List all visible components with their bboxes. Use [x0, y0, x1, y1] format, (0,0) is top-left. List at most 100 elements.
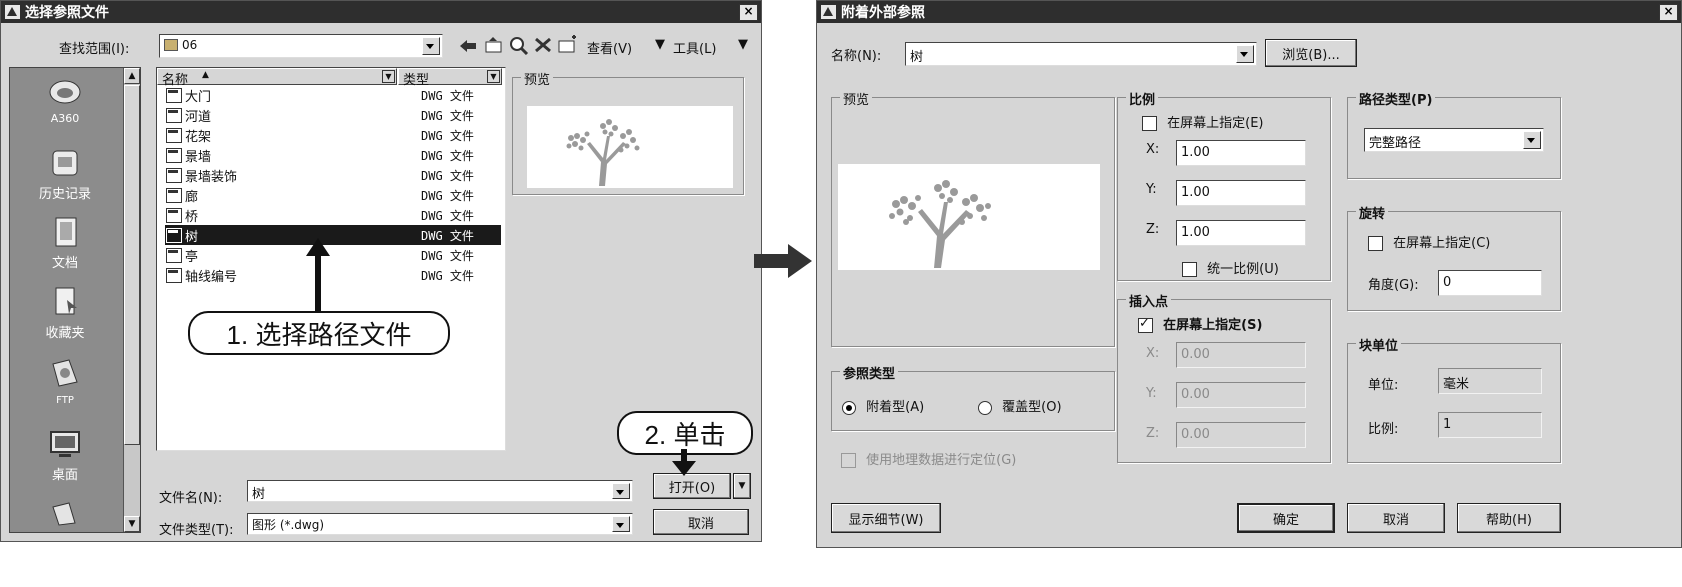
name-filter-dropdown[interactable]: ▼ [382, 70, 395, 83]
show-details-button[interactable]: 显示细节(W) [831, 503, 941, 533]
uniform-scale-checkbox[interactable] [1182, 262, 1197, 277]
name-dropdown[interactable]: 树 [905, 42, 1257, 66]
scroll-up-arrow-icon[interactable]: ▲ [124, 68, 140, 84]
file-row-selected[interactable]: 树 DWG 文件 [165, 225, 501, 245]
tools-menu-arrow[interactable]: ▼ [655, 37, 665, 52]
file-row[interactable]: 桥 DWG 文件 [165, 205, 501, 225]
insert-onscreen-option[interactable]: 在屏幕上指定(S) [1138, 314, 1262, 333]
overlay-radio[interactable] [978, 400, 992, 415]
angle-value: 0 [1443, 275, 1452, 290]
place-a360[interactable]: A360 [15, 77, 115, 126]
overlay-option-label: 覆盖型(O) [1002, 400, 1062, 415]
right-cancel-button[interactable]: 取消 [1347, 503, 1445, 533]
file-row[interactable]: 花架 DWG 文件 [165, 125, 501, 145]
scroll-thumb[interactable] [124, 85, 140, 445]
file-type: DWG 文件 [421, 268, 474, 283]
scale-y-input[interactable]: 1.00 [1176, 180, 1306, 206]
left-preview-label: 预览 [521, 69, 554, 88]
new-folder-icon[interactable] [557, 35, 579, 55]
filename-chevron-down-icon[interactable] [612, 483, 630, 499]
filetype-dropdown[interactable]: 图形 (*.dwg) [247, 513, 633, 535]
file-name: 景墙装饰 [185, 169, 238, 185]
filetype-value: 图形 (*.dwg) [252, 518, 325, 532]
insertion-point-group: 插入点 在屏幕上指定(S) X: 0.00 Y: 0.00 Z: 0.00 [1117, 291, 1331, 463]
file-row[interactable]: 亭 DWG 文件 [165, 245, 501, 265]
search-web-icon[interactable] [508, 35, 530, 55]
tree-thumbnail-icon [566, 119, 640, 186]
place-history-label: 历史记录 [38, 187, 91, 202]
path-type-label: 路径类型(P) [1356, 89, 1436, 108]
rotation-onscreen-option[interactable]: 在屏幕上指定(C) [1368, 232, 1490, 251]
uniform-scale-option[interactable]: 统一比例(U) [1182, 258, 1279, 277]
ratio-label: 比例: [1368, 422, 1399, 437]
callout-step-1-text: 1. 选择路径文件 [226, 319, 412, 350]
reference-type-label: 参照类型 [840, 363, 899, 382]
file-row[interactable]: 河道 DWG 文件 [165, 105, 501, 125]
name-chevron-down-icon[interactable] [1236, 45, 1254, 63]
view-menu[interactable]: 查看(V) [587, 38, 632, 57]
unit-label: 单位: [1368, 378, 1399, 393]
chevron-down-icon[interactable] [422, 37, 440, 55]
path-type-dropdown[interactable]: 完整路径 [1364, 128, 1544, 152]
place-ftp[interactable]: FTP [15, 356, 115, 407]
scale-x-input[interactable]: 1.00 [1176, 140, 1306, 166]
left-close-button[interactable]: × [739, 4, 758, 21]
lookin-dropdown[interactable]: 06 [159, 34, 443, 58]
left-cancel-button[interactable]: 取消 [653, 509, 749, 535]
insert-z-input: 0.00 [1176, 422, 1306, 448]
file-row[interactable]: 景墙装饰 DWG 文件 [165, 165, 501, 185]
place-desktop[interactable]: 桌面 [15, 428, 115, 483]
attach-radio[interactable] [842, 400, 856, 415]
scale-z-input[interactable]: 1.00 [1176, 220, 1306, 246]
browse-button[interactable]: 浏览(B)... [1265, 39, 1357, 67]
places-scrollbar[interactable]: ▲ ▼ [123, 68, 140, 532]
help-button[interactable]: 帮助(H) [1457, 503, 1561, 533]
back-arrow-icon[interactable] [458, 37, 478, 55]
scale-onscreen-checkbox[interactable] [1142, 116, 1157, 131]
path-type-chevron-down-icon[interactable] [1523, 131, 1541, 149]
file-row[interactable]: 景墙 DWG 文件 [165, 145, 501, 165]
place-documents[interactable]: 文档 [15, 216, 115, 271]
tools-menu[interactable]: 工具(L) [673, 38, 716, 57]
name-column-header[interactable]: 名称 ▲ ▼ [157, 68, 397, 88]
overlay-option[interactable]: 覆盖型(O) [978, 396, 1062, 415]
attach-option[interactable]: 附着型(A) [842, 396, 924, 415]
type-column-header[interactable]: 类型 ▼ [398, 68, 502, 88]
show-details-label: 显示细节(W) [848, 512, 924, 528]
dwg-file-icon [166, 107, 182, 123]
scroll-down-arrow-icon[interactable]: ▼ [124, 516, 140, 532]
scale-z-value: 1.00 [1181, 225, 1210, 240]
unit-value: 毫米 [1443, 377, 1470, 392]
filename-input[interactable]: 树 [247, 480, 633, 502]
folder-icon [164, 39, 178, 51]
insert-z-value: 0.00 [1181, 427, 1210, 442]
angle-input[interactable]: 0 [1438, 270, 1542, 296]
file-name: 树 [185, 229, 199, 245]
up-folder-icon[interactable] [483, 35, 505, 55]
filetype-chevron-down-icon[interactable] [612, 516, 630, 532]
file-row[interactable]: 轴线编号 DWG 文件 [165, 265, 501, 285]
place-favorites[interactable]: 收藏夹 [15, 286, 115, 341]
insert-onscreen-checkbox[interactable] [1138, 316, 1153, 333]
documents-icon [55, 217, 77, 247]
delete-icon[interactable] [533, 36, 553, 54]
insert-x-value: 0.00 [1181, 347, 1210, 362]
ok-button[interactable]: 确定 [1237, 503, 1335, 533]
insert-onscreen-label: 在屏幕上指定(S) [1163, 318, 1263, 333]
callout-step-2-text: 2. 单击 [644, 419, 726, 450]
file-row[interactable]: 廊 DWG 文件 [165, 185, 501, 205]
scale-y-label: Y: [1146, 182, 1157, 197]
rotation-onscreen-checkbox[interactable] [1368, 236, 1383, 251]
file-name: 花架 [185, 129, 212, 145]
place-ftp-label: FTP [56, 395, 74, 406]
right-close-button[interactable]: × [1659, 4, 1678, 21]
scale-onscreen-option[interactable]: 在屏幕上指定(E) [1142, 112, 1264, 131]
tools-menu-chevron-icon[interactable]: ▼ [738, 37, 748, 52]
file-row[interactable]: 大门 DWG 文件 [165, 85, 501, 105]
open-options-button[interactable]: ▼ [733, 473, 751, 499]
more-places-icon[interactable] [49, 501, 79, 527]
desktop-icon [50, 431, 80, 457]
angle-label: 角度(G): [1368, 278, 1419, 293]
place-history[interactable]: 历史记录 [15, 147, 115, 202]
type-filter-dropdown[interactable]: ▼ [487, 70, 500, 83]
